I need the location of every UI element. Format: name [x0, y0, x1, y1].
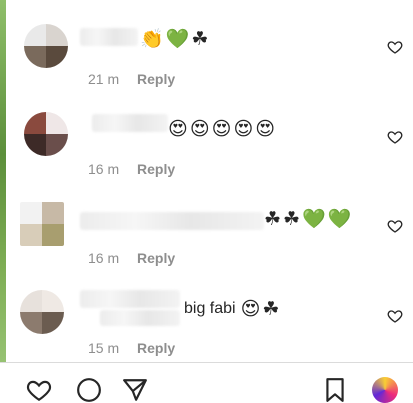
comment-item: 👏 💚 ☘ 21 m Reply — [0, 0, 413, 92]
reply-button[interactable]: Reply — [137, 340, 175, 356]
username-blurred[interactable] — [80, 290, 180, 308]
comment-time: 16 m — [88, 250, 120, 266]
comment-meta: 16 m Reply — [88, 161, 175, 177]
emoji: ☘ — [191, 28, 209, 50]
comment-item: big fabi 😍 ☘ 15 m Reply — [0, 276, 413, 362]
emoji: 💚 — [302, 208, 326, 230]
emoji: ☘ — [283, 208, 301, 230]
heart-outline-icon[interactable] — [387, 218, 403, 234]
heart-icon[interactable] — [26, 377, 52, 403]
comment-item: ☘ ☘ 💚 💚 16 m Reply — [0, 184, 413, 276]
emoji: ☘ — [264, 208, 282, 230]
reply-button[interactable]: Reply — [137, 161, 175, 177]
emoji: 💚 — [165, 28, 190, 50]
comment-text: 👏 💚 ☘ — [140, 28, 208, 50]
comment-time: 16 m — [88, 161, 120, 177]
emoji: 😍 — [240, 298, 261, 320]
emoji: 👏 — [140, 28, 164, 50]
username-blurred[interactable] — [80, 28, 138, 46]
action-bar — [0, 362, 413, 403]
emoji: 😍 — [255, 118, 276, 140]
avatar[interactable] — [20, 202, 64, 246]
reply-button[interactable]: Reply — [137, 250, 175, 266]
reply-button[interactable]: Reply — [137, 71, 175, 87]
share-icon[interactable] — [122, 377, 148, 403]
comment-meta: 15 m Reply — [88, 340, 175, 356]
comment-time: 21 m — [88, 71, 120, 87]
username-blurred — [100, 310, 180, 326]
emoji: 😍 — [168, 118, 188, 140]
avatar[interactable] — [24, 112, 68, 156]
comment-text: big fabi 😍 ☘ — [184, 298, 279, 320]
emoji: 😍 — [211, 118, 232, 140]
emoji: 💚 — [327, 208, 352, 230]
comment-meta: 16 m Reply — [88, 250, 175, 266]
comment-meta: 21 m Reply — [88, 71, 175, 87]
comment-item: 😍 😍 😍 😍 😍 16 m Reply — [0, 92, 413, 184]
username-blurred[interactable] — [92, 114, 168, 132]
avatar-icon[interactable] — [372, 377, 398, 403]
emoji: 😍 — [233, 118, 254, 140]
comment-icon[interactable] — [76, 377, 102, 403]
username-blurred[interactable] — [80, 212, 264, 230]
comment-text: 😍 😍 😍 😍 😍 — [168, 118, 275, 140]
avatar[interactable] — [24, 24, 68, 68]
heart-outline-icon[interactable] — [387, 308, 403, 324]
heart-outline-icon[interactable] — [387, 39, 403, 55]
comment-text: ☘ ☘ 💚 💚 — [264, 208, 351, 230]
comment-time: 15 m — [88, 340, 120, 356]
emoji: 😍 — [189, 118, 210, 140]
bookmark-icon[interactable] — [322, 377, 348, 403]
comment-body: big fabi — [184, 300, 236, 317]
emoji: ☘ — [262, 298, 280, 320]
heart-outline-icon[interactable] — [387, 129, 403, 145]
avatar[interactable] — [20, 290, 64, 334]
